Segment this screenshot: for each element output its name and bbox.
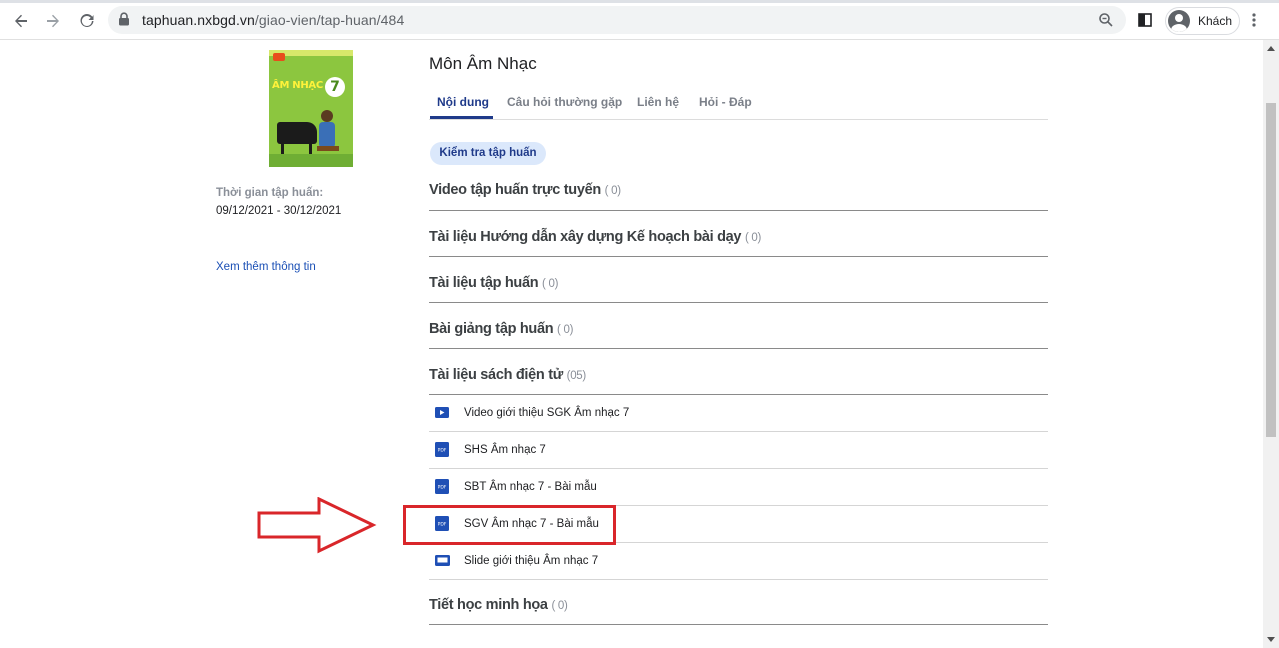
publisher-logo-icon xyxy=(273,53,285,61)
section-lesson-plan-guide[interactable]: Tài liệu Hướng dẫn xây dựng Kế hoạch bài… xyxy=(429,211,1048,257)
video-icon xyxy=(435,407,449,418)
tab-content[interactable]: Nội dung xyxy=(437,95,489,109)
pianist-body xyxy=(319,122,335,148)
section-title: Tiết học minh họa ( 0) xyxy=(429,597,568,613)
back-arrow-icon xyxy=(15,14,27,28)
ebook-item-slide[interactable]: Slide giới thiệu Âm nhạc 7 xyxy=(429,543,1048,580)
section-count: ( 0) xyxy=(551,600,568,612)
ebook-item-sbt[interactable]: PDF SBT Âm nhạc 7 - Bài mẫu xyxy=(429,469,1048,506)
ebook-item-video[interactable]: Video giới thiệu SGK Âm nhạc 7 xyxy=(429,395,1048,432)
zoom-icon[interactable] xyxy=(1098,12,1114,28)
ebook-item-label: Video giới thiệu SGK Âm nhạc 7 xyxy=(464,407,630,419)
annotation-arrow-icon xyxy=(257,497,377,554)
annotation-highlight-box xyxy=(403,505,616,545)
reload-button[interactable] xyxy=(74,8,100,34)
back-button[interactable] xyxy=(8,8,34,34)
section-title-text: Bài giảng tập huấn xyxy=(429,321,554,337)
section-title: Tài liệu tập huấn ( 0) xyxy=(429,275,558,291)
lock-icon xyxy=(119,12,129,26)
profile-name: Khách xyxy=(1198,14,1233,28)
tab-qa[interactable]: Hỏi - Đáp xyxy=(699,95,752,109)
forward-arrow-icon xyxy=(47,14,59,28)
svg-text:PDF: PDF xyxy=(438,448,447,454)
url-path: /giao-vien/tap-huan/484 xyxy=(254,12,405,28)
section-title: Video tập huấn trực tuyến ( 0) xyxy=(429,182,621,198)
section-title-text: Tiết học minh họa xyxy=(429,597,548,613)
section-title-text: Tài liệu tập huấn xyxy=(429,275,539,291)
scroll-up-arrow-icon[interactable] xyxy=(1267,46,1275,51)
section-title-text: Video tập huấn trực tuyến xyxy=(429,182,601,198)
tab-strip-edge xyxy=(0,0,1279,3)
section-training-lectures[interactable]: Bài giảng tập huấn ( 0) xyxy=(429,303,1048,349)
section-count: ( 0) xyxy=(604,185,621,197)
section-count: ( 0) xyxy=(744,232,761,244)
piano-stool xyxy=(317,146,339,151)
section-demo-lessons[interactable]: Tiết học minh họa ( 0) xyxy=(429,580,1048,625)
pdf-icon: PDF xyxy=(435,479,449,494)
section-title-text: Tài liệu Hướng dẫn xây dựng Kế hoạch bài… xyxy=(429,229,742,245)
more-menu-icon[interactable] xyxy=(1251,12,1257,28)
section-count: ( 0) xyxy=(557,324,574,336)
ebook-item-label: SBT Âm nhạc 7 - Bài mẫu xyxy=(464,481,597,493)
cover-floor xyxy=(269,154,353,167)
pianist-head xyxy=(321,110,333,122)
section-count: (05) xyxy=(566,370,587,382)
address-bar[interactable]: taphuan.nxbgd.vn/giao-vien/tap-huan/484 xyxy=(108,6,1126,34)
url-text: taphuan.nxbgd.vn/giao-vien/tap-huan/484 xyxy=(142,12,404,28)
book-cover-image: ÂM NHẠC 7 xyxy=(269,50,353,167)
svg-text:PDF: PDF xyxy=(438,485,447,491)
section-title-text: Tài liệu sách điện tử xyxy=(429,367,563,383)
browser-toolbar: taphuan.nxbgd.vn/giao-vien/tap-huan/484 … xyxy=(0,0,1279,40)
avatar-icon xyxy=(1168,10,1190,32)
scroll-down-arrow-icon[interactable] xyxy=(1267,637,1275,642)
ebook-item-shs[interactable]: PDF SHS Âm nhạc 7 xyxy=(429,432,1048,469)
section-title: Bài giảng tập huấn ( 0) xyxy=(429,321,573,337)
section-ebook-documents[interactable]: Tài liệu sách điện tử (05) xyxy=(429,349,1048,395)
more-info-link[interactable]: Xem thêm thông tin xyxy=(216,261,316,273)
page-scrollbar[interactable] xyxy=(1263,40,1279,648)
ebook-item-label: Slide giới thiệu Âm nhạc 7 xyxy=(464,555,599,567)
section-online-training-video[interactable]: Video tập huấn trực tuyến ( 0) xyxy=(429,172,1048,211)
check-training-button[interactable]: Kiểm tra tập huấn xyxy=(430,142,546,165)
ebook-item-label: SHS Âm nhạc 7 xyxy=(464,444,546,456)
side-panel-icon[interactable] xyxy=(1137,12,1153,28)
tab-faq[interactable]: Câu hỏi thường gặp xyxy=(507,95,622,109)
training-time-label: Thời gian tập huấn: xyxy=(216,187,324,199)
scroll-thumb[interactable] xyxy=(1266,103,1276,437)
section-title: Tài liệu sách điện tử (05) xyxy=(429,367,586,383)
page-title: Môn Âm Nhạc xyxy=(429,54,537,73)
tab-bar: Nội dung Câu hỏi thường gặp Liên hệ Hỏi … xyxy=(429,86,1048,120)
training-time-value: 09/12/2021 - 30/12/2021 xyxy=(216,205,342,217)
pdf-icon: PDF xyxy=(435,442,449,457)
forward-button[interactable] xyxy=(40,8,66,34)
active-tab-indicator xyxy=(430,116,493,119)
slide-icon xyxy=(435,555,450,566)
cover-grade-number: 7 xyxy=(325,77,345,97)
tab-contact[interactable]: Liên hệ xyxy=(637,95,679,109)
cover-title: ÂM NHẠC xyxy=(272,80,323,91)
section-training-documents[interactable]: Tài liệu tập huấn ( 0) xyxy=(429,257,1048,303)
reload-icon xyxy=(80,13,94,27)
section-title: Tài liệu Hướng dẫn xây dựng Kế hoạch bài… xyxy=(429,229,761,245)
piano-illustration xyxy=(277,122,317,144)
url-host: taphuan.nxbgd.vn xyxy=(142,12,255,28)
profile-button[interactable]: Khách xyxy=(1165,7,1240,35)
section-count: ( 0) xyxy=(542,278,559,290)
